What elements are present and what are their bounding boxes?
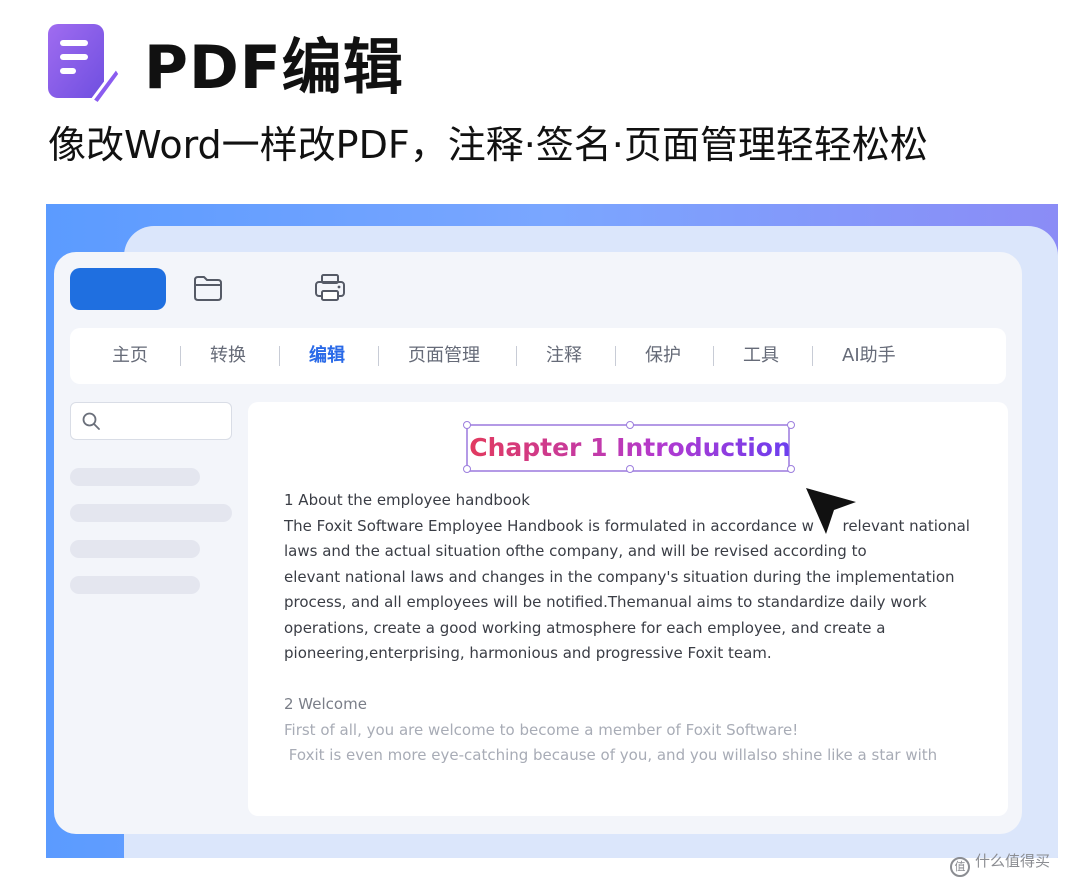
body-line: process, and all employees will be notif… bbox=[284, 593, 927, 611]
tab-divider bbox=[516, 346, 517, 366]
resize-handle[interactable] bbox=[626, 421, 634, 429]
resize-handle[interactable] bbox=[463, 421, 471, 429]
tab-divider bbox=[615, 346, 616, 366]
document-page[interactable]: Chapter 1 Introduction 1 About the emplo… bbox=[248, 402, 1008, 816]
primary-action-button[interactable] bbox=[70, 268, 166, 310]
resize-handle[interactable] bbox=[787, 421, 795, 429]
watermark: 值什么值得买 bbox=[950, 849, 1051, 877]
search-input[interactable] bbox=[70, 402, 232, 440]
tab-divider bbox=[180, 346, 181, 366]
body-line: Foxit is even more eye-catching because … bbox=[284, 746, 938, 764]
body-line: pioneering,enterprising, harmonious and … bbox=[284, 644, 772, 662]
tab-divider bbox=[812, 346, 813, 366]
pdf-edit-logo-icon bbox=[48, 24, 120, 104]
sidebar-item-placeholder[interactable] bbox=[70, 540, 200, 558]
promo-header: PDF编辑 bbox=[48, 20, 1048, 110]
body-line: elevant national laws and changes in the… bbox=[284, 567, 955, 586]
mouse-pointer-icon bbox=[806, 488, 856, 534]
tab-divider bbox=[279, 346, 280, 366]
tab-edit[interactable]: 编辑 bbox=[309, 328, 345, 384]
tab-annotate[interactable]: 注释 bbox=[546, 328, 582, 384]
body-line: operations, create a good working atmosp… bbox=[284, 618, 886, 637]
section-heading: 2 Welcome bbox=[284, 695, 367, 713]
tab-divider bbox=[713, 346, 714, 366]
resize-handle[interactable] bbox=[463, 465, 471, 473]
tab-protect[interactable]: 保护 bbox=[645, 328, 681, 384]
ribbon-tab-bar: 主页 转换 编辑 页面管理 注释 保护 工具 AI助手 bbox=[70, 328, 1006, 384]
sidebar-item-placeholder[interactable] bbox=[70, 504, 232, 522]
folder-open-icon[interactable] bbox=[190, 270, 226, 306]
resize-handle[interactable] bbox=[787, 465, 795, 473]
watermark-logo-icon: 值 bbox=[950, 857, 970, 877]
tab-page-management[interactable]: 页面管理 bbox=[408, 328, 480, 384]
body-line: The Foxit Software Employee Handbook is … bbox=[284, 516, 970, 535]
body-line: laws and the actual situation ofthe comp… bbox=[284, 542, 867, 560]
printer-icon[interactable] bbox=[312, 270, 348, 306]
page-subtitle: 像改Word一样改PDF，注释·签名·页面管理轻轻松松 bbox=[48, 123, 928, 167]
search-icon bbox=[82, 412, 100, 430]
section-heading: 1 About the employee handbook bbox=[284, 491, 530, 509]
text-selection-box[interactable]: Chapter 1 Introduction bbox=[463, 421, 795, 473]
page-title: PDF编辑 bbox=[144, 33, 404, 103]
tab-ai-assistant[interactable]: AI助手 bbox=[842, 328, 896, 384]
chapter-title[interactable]: Chapter 1 Introduction bbox=[468, 426, 792, 470]
tab-convert[interactable]: 转换 bbox=[210, 328, 246, 384]
product-screenshot-banner: 主页 转换 编辑 页面管理 注释 保护 工具 AI助手 Chapter 1 In… bbox=[46, 204, 1058, 858]
body-line: First of all, you are welcome to become … bbox=[284, 720, 799, 739]
tab-home[interactable]: 主页 bbox=[112, 328, 148, 384]
resize-handle[interactable] bbox=[626, 465, 634, 473]
watermark-text: 什么值得买 bbox=[975, 852, 1051, 870]
sidebar-item-placeholder[interactable] bbox=[70, 468, 200, 486]
tab-divider bbox=[378, 346, 379, 366]
app-window: 主页 转换 编辑 页面管理 注释 保护 工具 AI助手 Chapter 1 In… bbox=[54, 252, 1022, 834]
tab-tools[interactable]: 工具 bbox=[743, 328, 779, 384]
sidebar-item-placeholder[interactable] bbox=[70, 576, 200, 594]
